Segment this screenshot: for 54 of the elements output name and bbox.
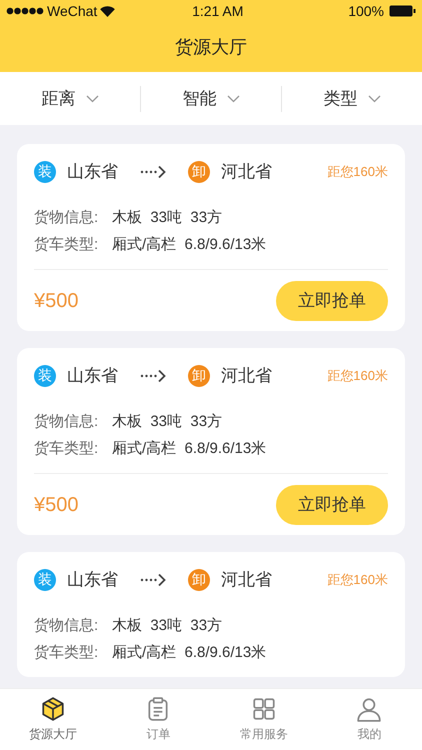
grab-order-button[interactable]: 立即抢单 — [276, 280, 388, 320]
distance-label: 距您160米 — [327, 162, 388, 181]
dotted-arrow-icon — [140, 572, 166, 586]
cargo-info: 木板 33吨 33方 — [112, 412, 222, 432]
field-label: 货车类型: — [34, 439, 100, 459]
origin-province: 山东省 — [67, 568, 118, 591]
grid-icon — [250, 696, 277, 722]
chevron-down-icon — [368, 94, 380, 102]
filter-dropdown[interactable]: 智能 — [141, 86, 281, 112]
clock: 1:21 AM — [191, 2, 244, 20]
distance-label: 距您160米 — [327, 570, 388, 589]
package-icon — [40, 696, 66, 722]
truck-type: 厢式/高栏 6.8/9.6/13米 — [112, 643, 266, 663]
field-label: 货车类型: — [34, 235, 100, 255]
tab-bar-item[interactable]: 常用服务 — [211, 689, 316, 750]
cargo-info: 木板 33吨 33方 — [112, 208, 222, 228]
field-label: 货物信息: — [34, 208, 100, 228]
truck-type: 厢式/高栏 6.8/9.6/13米 — [112, 439, 266, 459]
field-label: 货车类型: — [34, 643, 100, 663]
origin-province: 山东省 — [67, 160, 118, 183]
carrier: WeChat — [47, 2, 98, 20]
field-label: 货物信息: — [34, 412, 100, 432]
tab-bar-item[interactable]: 订单 — [106, 689, 211, 750]
unload-badge: 卸 — [188, 568, 210, 590]
person-icon — [356, 696, 382, 722]
chevron-down-icon — [226, 94, 240, 102]
unload-badge: 卸 — [188, 364, 210, 386]
destination-province: 河北省 — [221, 160, 272, 183]
tab-bar-item[interactable]: 我的 — [316, 689, 422, 750]
signal-icon — [6, 7, 44, 15]
unload-badge: 卸 — [188, 160, 210, 182]
destination-province: 河北省 — [221, 364, 272, 387]
battery-icon — [389, 5, 416, 17]
battery-percent: 100% — [348, 2, 384, 20]
filter-dropdown[interactable]: 距离 — [0, 86, 140, 112]
destination-province: 河北省 — [221, 568, 272, 591]
chevron-down-icon — [86, 94, 98, 102]
field-label: 货物信息: — [34, 616, 100, 636]
load-badge: 装 — [34, 568, 56, 590]
wifi-icon — [100, 6, 116, 16]
dotted-arrow-icon — [140, 164, 166, 178]
price: ¥500 — [34, 288, 78, 314]
load-badge: 装 — [34, 364, 56, 386]
filter-dropdown[interactable]: 类型 — [282, 86, 422, 112]
origin-province: 山东省 — [67, 364, 118, 387]
distance-label: 距您160米 — [327, 366, 388, 385]
price: ¥500 — [34, 492, 78, 518]
tab-bar-item[interactable]: 货源大厅 — [0, 689, 106, 750]
grab-order-button[interactable]: 立即抢单 — [276, 484, 388, 524]
cargo-info: 木板 33吨 33方 — [112, 616, 222, 636]
page-title: 货源大厅 — [175, 36, 247, 58]
truck-type: 厢式/高栏 6.8/9.6/13米 — [112, 235, 266, 255]
dotted-arrow-icon — [140, 368, 166, 382]
load-badge: 装 — [34, 160, 56, 182]
